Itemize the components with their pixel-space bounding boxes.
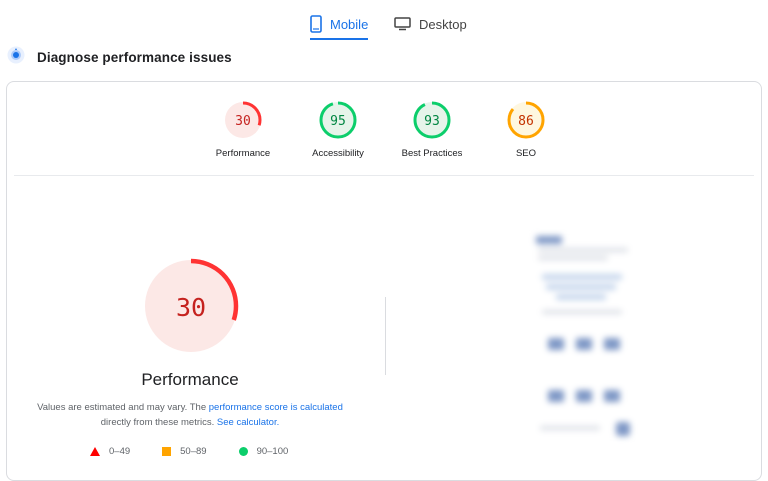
svg-text:93: 93	[424, 114, 440, 129]
see-calculator-link[interactable]: See calculator.	[217, 417, 279, 428]
tab-mobile[interactable]: Mobile	[310, 10, 369, 40]
gauge-performance-ring: 30	[224, 101, 262, 139]
vertical-separator	[385, 297, 386, 375]
main-gauge-ring: 30	[143, 258, 239, 354]
triangle-icon	[90, 447, 100, 456]
score-description: Values are estimated and may vary. The p…	[27, 400, 353, 430]
legend-pass: 90–100	[238, 446, 289, 457]
tab-desktop-label: Desktop	[419, 16, 467, 32]
score-legend: 0–49 50–89 90–100	[90, 446, 320, 457]
svg-text:95: 95	[330, 114, 346, 129]
gauge-seo[interactable]: 86 SEO	[481, 100, 571, 159]
page-title: Diagnose performance issues	[37, 50, 232, 65]
monitor-icon	[394, 17, 411, 31]
gauge-best-practices-ring: 93	[413, 101, 451, 139]
diagnose-header: Diagnose performance issues	[7, 46, 232, 69]
desc-text: Values are estimated and may vary. The	[37, 402, 209, 413]
main-performance-gauge: 30	[142, 257, 240, 360]
legend-range: 90–100	[256, 446, 289, 457]
gauge-seo-ring: 86	[507, 101, 545, 139]
svg-text:30: 30	[235, 114, 251, 129]
main-score: 30	[176, 293, 206, 322]
gauge-label: Performance	[215, 148, 271, 159]
performance-score-link[interactable]: performance score is calculated	[209, 402, 343, 413]
tab-desktop[interactable]: Desktop	[394, 10, 467, 38]
legend-range: 0–49	[109, 446, 131, 457]
active-tab-indicator	[310, 38, 369, 40]
device-tabs: Mobile Desktop	[0, 0, 768, 40]
gauge-best-practices[interactable]: 93 Best Practices	[387, 100, 477, 159]
gauge-label: Accessibility	[312, 148, 364, 159]
legend-fail: 0–49	[90, 446, 130, 457]
diagnose-icon	[7, 46, 25, 69]
tab-mobile-label: Mobile	[330, 16, 369, 32]
smartphone-icon	[310, 15, 322, 33]
legend-average: 50–89	[162, 446, 207, 457]
gauge-label: SEO	[515, 148, 537, 159]
gauge-label: Best Practices	[401, 148, 463, 159]
gauge-accessibility-ring: 95	[319, 101, 357, 139]
desc-text: directly from these metrics.	[100, 417, 217, 428]
divider	[14, 175, 754, 176]
gauge-performance[interactable]: 30 Performance	[198, 100, 288, 159]
square-icon	[162, 447, 172, 456]
main-title: Performance	[141, 370, 239, 389]
gauge-accessibility[interactable]: 95 Accessibility	[293, 100, 383, 159]
category-gauges: 30 Performance 95 Accessibility 93 Best …	[7, 100, 761, 170]
report-card: 30 Performance 95 Accessibility 93 Best …	[6, 81, 762, 481]
svg-text:86: 86	[518, 114, 534, 129]
page-screenshot-thumbnail	[532, 230, 632, 445]
circle-icon	[238, 447, 248, 456]
legend-range: 50–89	[180, 446, 207, 457]
